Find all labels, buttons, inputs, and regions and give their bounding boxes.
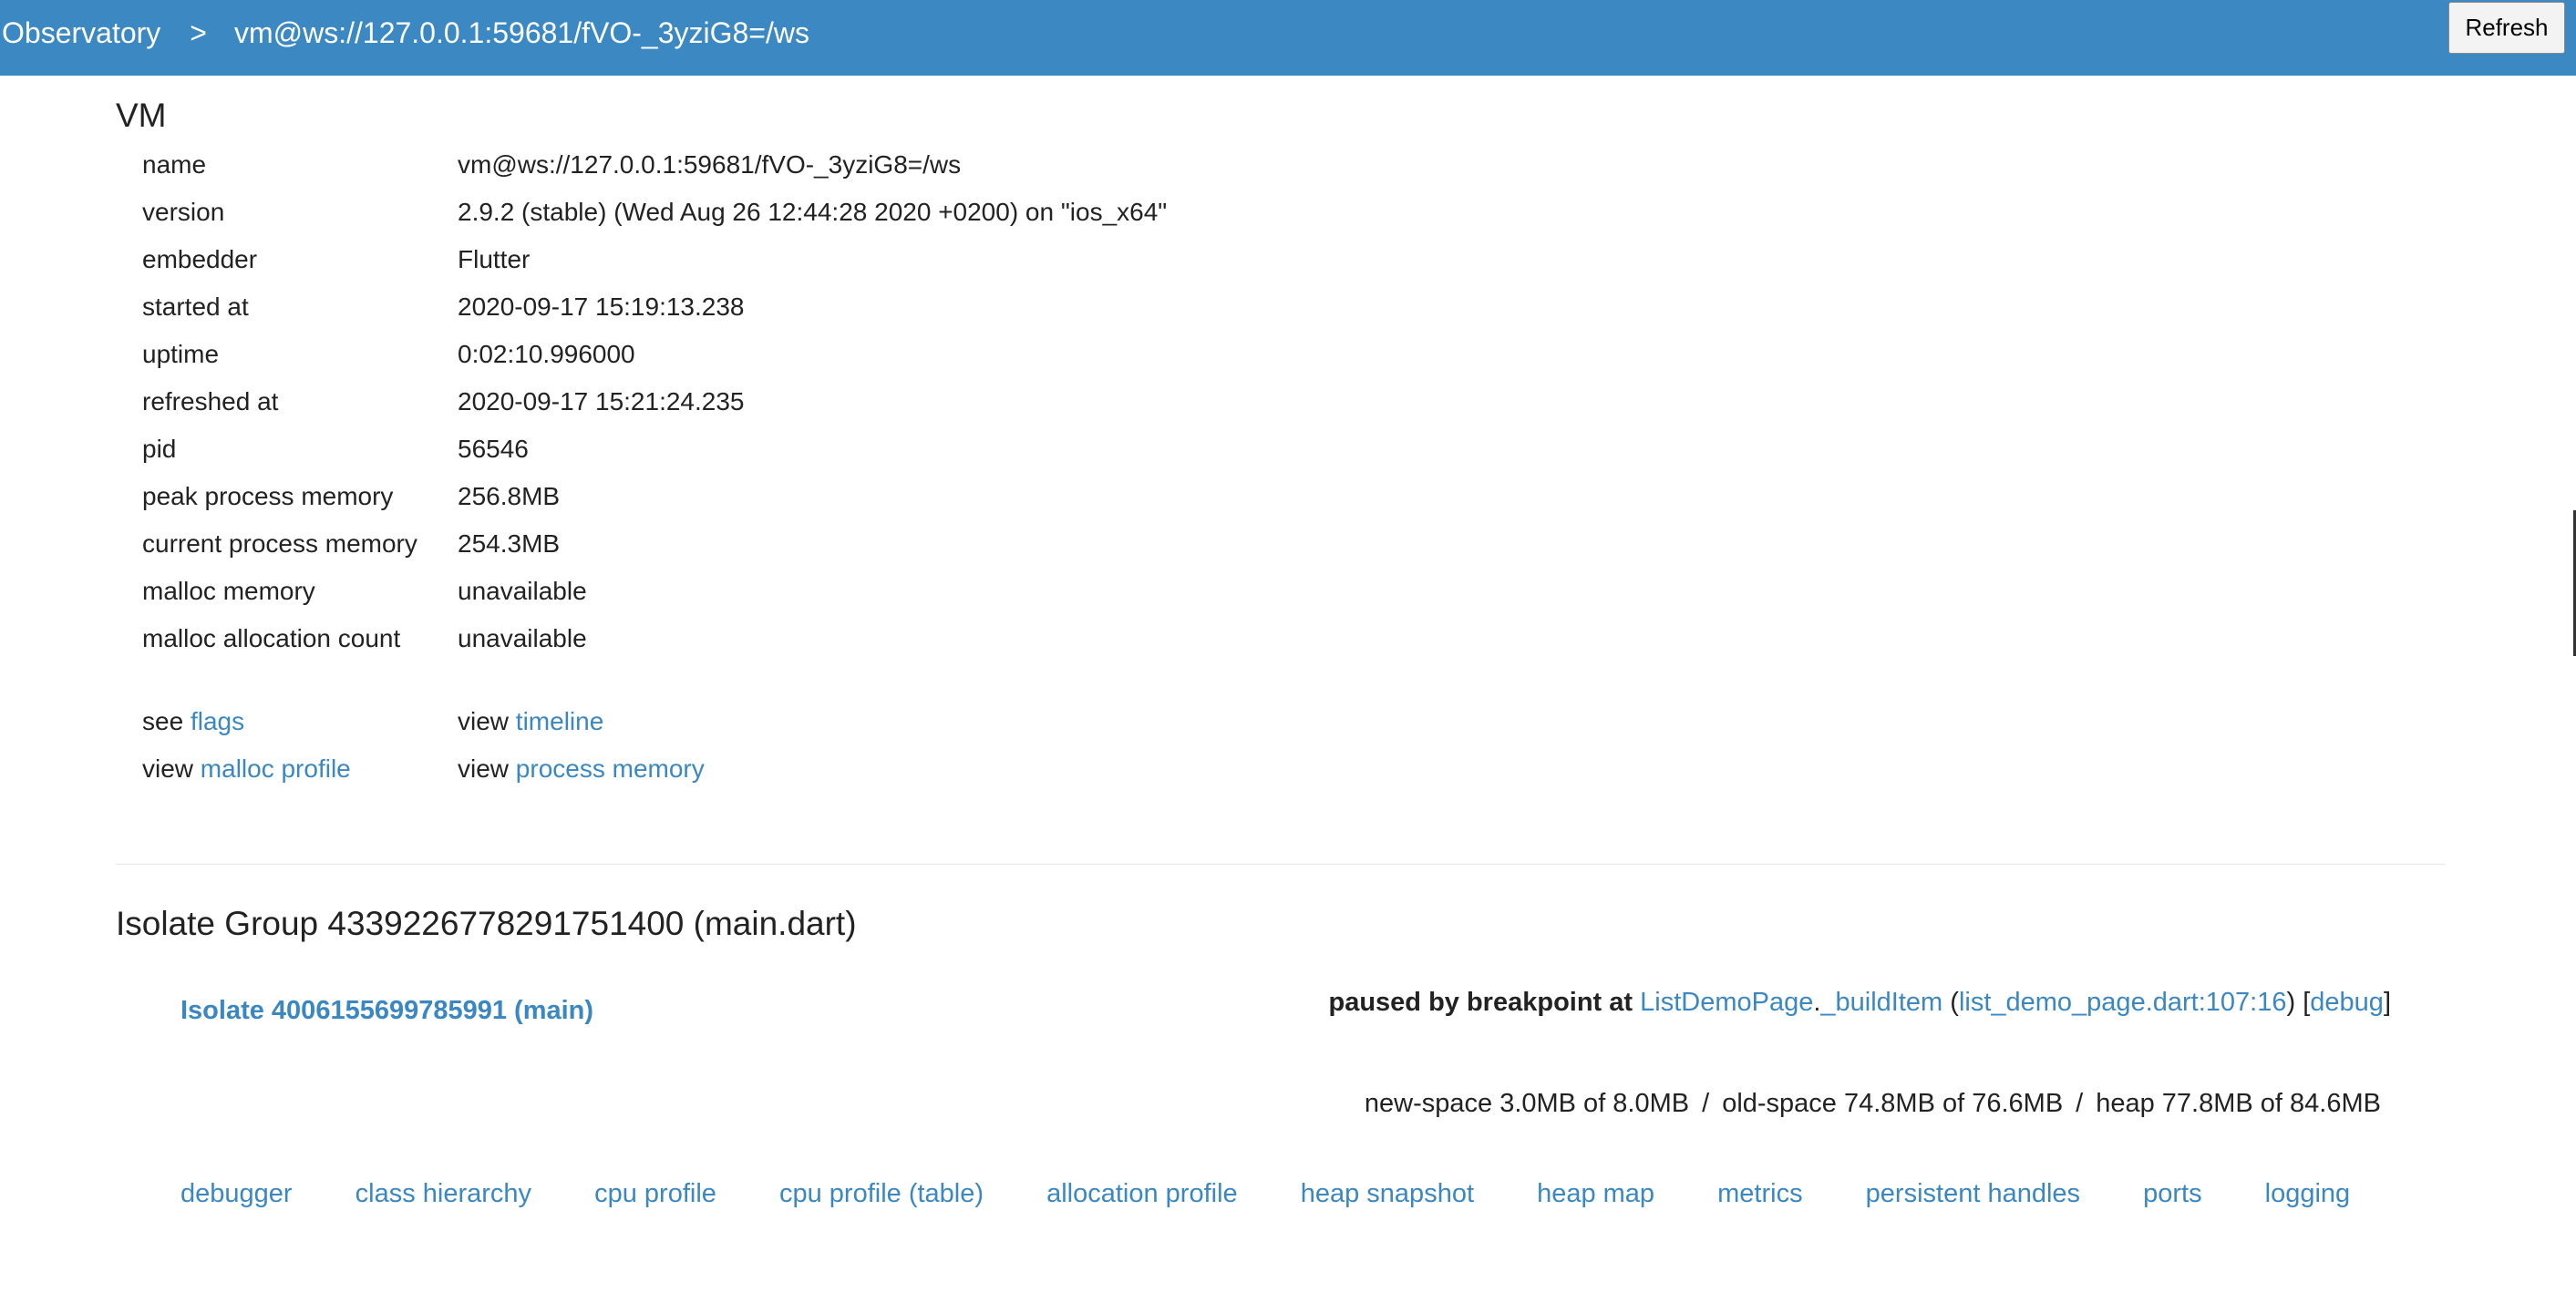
location-link[interactable]: list_demo_page.dart:107:16	[1959, 988, 2287, 1017]
breadcrumb-separator: >	[190, 16, 207, 49]
prop-value-malloc-memory: unavailable	[458, 577, 587, 605]
function-link[interactable]: _buildItem	[1820, 988, 1942, 1017]
prop-value-uptime: 0:02:10.996000	[458, 340, 635, 368]
memory-separator: /	[1702, 1089, 1710, 1118]
pause-status: paused by breakpoint at ListDemoPage._bu…	[1328, 988, 2391, 1018]
new-space-memory: new-space 3.0MB of 8.0MB	[1364, 1089, 1690, 1118]
prop-label-malloc-allocation-count: malloc allocation count	[142, 624, 401, 652]
memory-summary: new-space 3.0MB of 8.0MB / old-space 74.8M…	[1365, 1089, 2381, 1119]
breadcrumb-vm[interactable]: vm@ws://127.0.0.1:59681/fVO-_3yziG8=/ws	[234, 16, 809, 49]
pause-open-bracket: [	[2295, 988, 2311, 1017]
view-malloc-profile-row: view malloc profile	[142, 754, 351, 784]
prop-label-version: version	[142, 198, 225, 226]
memory-separator: /	[2076, 1089, 2084, 1118]
timeline-link[interactable]: timeline	[516, 707, 603, 735]
flags-link[interactable]: flags	[191, 707, 244, 735]
isolate-link[interactable]: Isolate 4006155699785991 (main)	[180, 996, 593, 1026]
class-hierarchy-link[interactable]: class hierarchy	[355, 1179, 531, 1208]
isolate-actions: debugger class hierarchy cpu profile cpu…	[180, 1179, 2406, 1209]
prop-value-embedder: Flutter	[458, 245, 531, 273]
prop-label-name: name	[142, 150, 207, 179]
prop-value-peak-process-memory: 256.8MB	[458, 482, 561, 510]
view-prefix: view	[458, 707, 510, 735]
prop-label-current-process-memory: current process memory	[142, 529, 417, 558]
process-memory-link[interactable]: process memory	[516, 754, 705, 783]
view-timeline-row: view timeline	[458, 707, 603, 736]
prop-value-name: vm@ws://127.0.0.1:59681/fVO-_3yziG8=/ws	[458, 150, 962, 179]
pause-open-paren: (	[1942, 988, 1959, 1017]
see-flags-row: see flags	[142, 707, 244, 736]
cpu-profile-table-link[interactable]: cpu profile (table)	[779, 1179, 984, 1208]
breadcrumb-observatory[interactable]: Observatory	[2, 16, 160, 49]
prop-value-refreshed-at: 2020-09-17 15:21:24.235	[458, 387, 745, 416]
see-prefix: see	[142, 707, 184, 735]
logging-link[interactable]: logging	[2265, 1179, 2351, 1208]
top-nav-bar: Observatory > vm@ws://127.0.0.1:59681/fVO-…	[0, 0, 2576, 76]
heap-map-link[interactable]: heap map	[1537, 1179, 1654, 1208]
prop-label-embedder: embedder	[142, 245, 258, 273]
old-space-memory: old-space 74.8MB of 76.6MB	[1722, 1089, 2064, 1118]
prop-label-refreshed-at: refreshed at	[142, 387, 279, 416]
malloc-profile-link[interactable]: malloc profile	[201, 754, 351, 783]
prop-label-uptime: uptime	[142, 340, 220, 368]
prop-label-malloc-memory: malloc memory	[142, 577, 315, 605]
view-process-memory-row: view process memory	[458, 754, 705, 784]
heap-memory: heap 77.8MB of 84.6MB	[2096, 1089, 2381, 1118]
breadcrumb: Observatory > vm@ws://127.0.0.1:59681/fVO-…	[2, 16, 809, 50]
pause-close-bracket: ]	[2383, 988, 2391, 1017]
prop-label-pid: pid	[142, 435, 177, 463]
cpu-profile-link[interactable]: cpu profile	[594, 1179, 716, 1208]
persistent-handles-link[interactable]: persistent handles	[1866, 1179, 2080, 1208]
prop-value-version: 2.9.2 (stable) (Wed Aug 26 12:44:28 2020…	[458, 198, 1168, 226]
ports-link[interactable]: ports	[2143, 1179, 2201, 1208]
heap-snapshot-link[interactable]: heap snapshot	[1301, 1179, 1474, 1208]
allocation-profile-link[interactable]: allocation profile	[1046, 1179, 1238, 1208]
debug-link[interactable]: debug	[2310, 988, 2384, 1017]
section-divider	[116, 864, 2445, 865]
metrics-link[interactable]: metrics	[1717, 1179, 1802, 1208]
prop-label-peak-process-memory: peak process memory	[142, 482, 394, 510]
prop-value-malloc-allocation-count: unavailable	[458, 624, 587, 652]
refresh-button[interactable]: Refresh	[2448, 2, 2565, 54]
view-prefix: view	[458, 754, 510, 783]
prop-value-started-at: 2020-09-17 15:19:13.238	[458, 292, 745, 321]
prop-value-pid: 56546	[458, 435, 529, 463]
vm-section-title: VM	[116, 97, 167, 134]
prop-value-current-process-memory: 254.3MB	[458, 529, 561, 558]
isolate-group-title: Isolate Group 4339226778291751400 (main.…	[116, 905, 857, 942]
pause-prefix: paused by breakpoint at	[1328, 988, 1633, 1017]
view-prefix: view	[142, 754, 194, 783]
pause-close-paren: )	[2286, 988, 2296, 1017]
prop-label-started-at: started at	[142, 292, 249, 321]
class-link[interactable]: ListDemoPage	[1640, 988, 1813, 1017]
debugger-link[interactable]: debugger	[180, 1179, 293, 1208]
